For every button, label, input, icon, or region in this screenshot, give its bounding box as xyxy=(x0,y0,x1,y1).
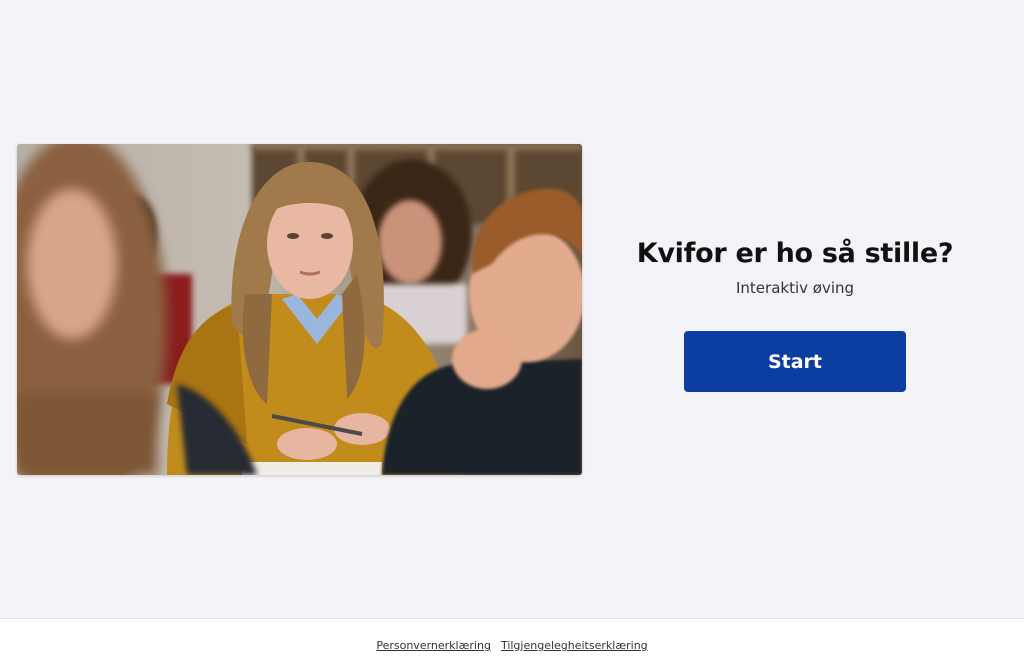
start-button[interactable]: Start xyxy=(684,331,906,392)
page-title: Kvifor er ho så stille? xyxy=(636,238,954,269)
main-area: Kvifor er ho så stille? Interaktiv øving… xyxy=(0,0,1024,618)
privacy-policy-link[interactable]: Personvernerklæring xyxy=(376,639,491,652)
intro-panel: Kvifor er ho så stille? Interaktiv øving xyxy=(632,238,958,297)
accessibility-statement-link[interactable]: Tilgjengelegheitserklæring xyxy=(501,639,648,652)
page-subtitle: Interaktiv øving xyxy=(735,279,855,297)
footer: Personvernerklæring Tilgjengelegheitserk… xyxy=(0,618,1024,668)
classroom-photo xyxy=(17,144,582,475)
